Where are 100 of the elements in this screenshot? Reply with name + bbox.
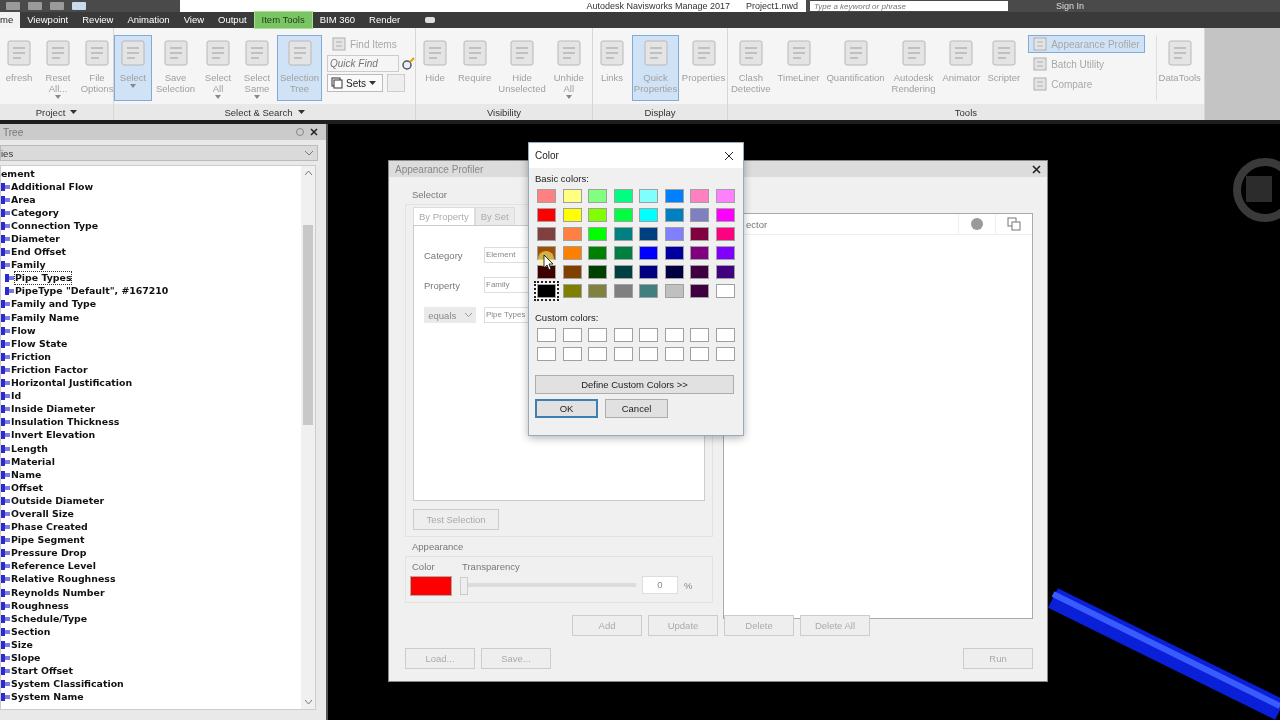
color-swatch[interactable] bbox=[639, 189, 658, 203]
tree-item[interactable]: Reference Level bbox=[11, 560, 96, 573]
column-header[interactable]: ector bbox=[746, 218, 958, 230]
color-swatch[interactable] bbox=[562, 246, 582, 260]
custom-color-swatch[interactable] bbox=[664, 347, 684, 361]
panel-label[interactable]: Visibility bbox=[416, 104, 592, 120]
tree-item[interactable]: Area bbox=[11, 193, 36, 206]
color-swatch[interactable] bbox=[537, 246, 556, 260]
color-swatch[interactable] bbox=[639, 284, 658, 298]
tree-item[interactable]: Name bbox=[11, 468, 42, 481]
ribbon-tab[interactable]: Review bbox=[75, 12, 121, 28]
scroll-up-icon[interactable] bbox=[304, 170, 312, 175]
tree-item[interactable]: Friction bbox=[11, 350, 51, 363]
ribbon-tab[interactable]: Item Tools bbox=[253, 11, 313, 29]
ribbon-tab[interactable]: Output bbox=[211, 12, 254, 28]
custom-color-swatch[interactable] bbox=[664, 328, 684, 342]
quick-find-field[interactable]: Quick Find bbox=[327, 55, 399, 72]
tree-item[interactable]: Category bbox=[11, 206, 59, 219]
color-swatch[interactable] bbox=[664, 227, 684, 241]
color-swatch[interactable] bbox=[562, 227, 582, 241]
tree-item[interactable]: Pipe Types bbox=[15, 272, 72, 285]
custom-color-swatch[interactable] bbox=[715, 328, 735, 342]
custom-color-swatch[interactable] bbox=[639, 328, 658, 342]
tree-item[interactable]: ement bbox=[1, 167, 35, 180]
copy-icon[interactable] bbox=[1007, 217, 1021, 231]
color-swatch[interactable] bbox=[562, 189, 582, 203]
color-swatch[interactable] bbox=[613, 189, 633, 203]
color-swatch[interactable] bbox=[690, 246, 709, 260]
tree-item[interactable]: Reynolds Number bbox=[11, 586, 105, 599]
tree-item[interactable]: Id bbox=[11, 390, 22, 403]
color-swatch[interactable] bbox=[664, 246, 684, 260]
scroll-down-icon[interactable] bbox=[304, 700, 312, 705]
manage-sets-icon[interactable] bbox=[387, 74, 405, 92]
toolbar-icon[interactable] bbox=[6, 2, 20, 10]
custom-color-swatch[interactable] bbox=[588, 347, 607, 361]
color-swatch[interactable] bbox=[588, 284, 607, 298]
color-swatch[interactable] bbox=[588, 246, 607, 260]
color-swatch[interactable] bbox=[537, 208, 556, 222]
color-swatch[interactable] bbox=[562, 208, 582, 222]
tree-item[interactable]: Friction Factor bbox=[11, 363, 88, 376]
color-swatch[interactable] bbox=[715, 284, 735, 298]
custom-color-swatch[interactable] bbox=[588, 328, 607, 342]
tree-item[interactable]: Family Name bbox=[11, 311, 80, 324]
color-swatch[interactable] bbox=[613, 246, 633, 260]
color-swatch[interactable] bbox=[613, 227, 633, 241]
color-swatch[interactable] bbox=[588, 208, 607, 222]
cancel-button[interactable]: Cancel bbox=[605, 399, 668, 418]
color-swatch[interactable] bbox=[690, 189, 709, 203]
close-icon[interactable] bbox=[1032, 164, 1041, 174]
close-icon[interactable] bbox=[724, 150, 734, 161]
color-swatch[interactable] bbox=[639, 265, 658, 279]
color-swatch[interactable] bbox=[664, 265, 684, 279]
tree-item[interactable]: Length bbox=[11, 442, 48, 455]
panel-label[interactable]: Project bbox=[0, 104, 113, 120]
color-swatch[interactable] bbox=[639, 227, 658, 241]
custom-color-swatch[interactable] bbox=[690, 347, 709, 361]
toolbar-icon[interactable] bbox=[28, 2, 42, 10]
color-swatch[interactable] bbox=[588, 227, 607, 241]
custom-color-swatch[interactable] bbox=[613, 347, 633, 361]
ribbon-tab[interactable]: me bbox=[0, 12, 21, 28]
color-swatch[interactable] bbox=[639, 208, 658, 222]
color-swatch[interactable] bbox=[537, 227, 556, 241]
panel-label[interactable]: Select & Search bbox=[114, 104, 415, 120]
color-swatch[interactable] bbox=[715, 246, 735, 260]
tree-item[interactable]: Pipe Segment bbox=[11, 534, 85, 547]
custom-color-swatch[interactable] bbox=[690, 328, 709, 342]
tree-item[interactable]: Start Offset bbox=[11, 665, 73, 678]
tree-item[interactable]: Flow State bbox=[11, 337, 68, 350]
color-swatch[interactable] bbox=[562, 265, 582, 279]
ok-button[interactable]: OK bbox=[535, 399, 598, 418]
custom-color-swatch[interactable] bbox=[537, 347, 556, 361]
color-swatch[interactable] bbox=[715, 227, 735, 241]
color-swatch[interactable] bbox=[588, 265, 607, 279]
color-swatch[interactable] bbox=[639, 246, 658, 260]
tree-item[interactable]: Section bbox=[11, 625, 51, 638]
custom-color-swatch[interactable] bbox=[537, 328, 556, 342]
panel-label[interactable]: Tools bbox=[728, 104, 1204, 120]
tree-view-dropdown[interactable]: ies bbox=[0, 145, 318, 161]
panel-label[interactable]: Display bbox=[593, 104, 727, 120]
color-swatch[interactable] bbox=[715, 208, 735, 222]
tree-item[interactable]: Inside Diameter bbox=[11, 403, 96, 416]
color-swatch[interactable] bbox=[690, 227, 709, 241]
toolbar-icon[interactable] bbox=[50, 2, 64, 10]
color-swatch[interactable] bbox=[664, 284, 684, 298]
tree-item[interactable]: System Name bbox=[11, 691, 84, 704]
tree-item[interactable]: Pressure Drop bbox=[11, 547, 87, 560]
tree-item[interactable]: Relative Roughness bbox=[11, 573, 116, 586]
tree-item[interactable]: Material bbox=[11, 455, 55, 468]
tree-item[interactable]: Roughness bbox=[11, 599, 69, 612]
tree-item[interactable]: Connection Type bbox=[11, 219, 99, 232]
sets-dropdown[interactable]: Sets bbox=[327, 74, 383, 92]
tree-item[interactable]: Slope bbox=[11, 652, 41, 664]
viewcube-icon[interactable] bbox=[1233, 158, 1280, 222]
transparency-value[interactable]: 0 bbox=[642, 576, 678, 594]
custom-color-swatch[interactable] bbox=[562, 328, 582, 342]
custom-color-swatch[interactable] bbox=[715, 347, 735, 361]
tree-item[interactable]: Size bbox=[11, 638, 33, 651]
tree-item[interactable]: PipeType "Default", #167210 bbox=[15, 285, 169, 298]
ribbon-tab[interactable]: Animation bbox=[120, 12, 177, 28]
custom-color-swatch[interactable] bbox=[562, 347, 582, 361]
